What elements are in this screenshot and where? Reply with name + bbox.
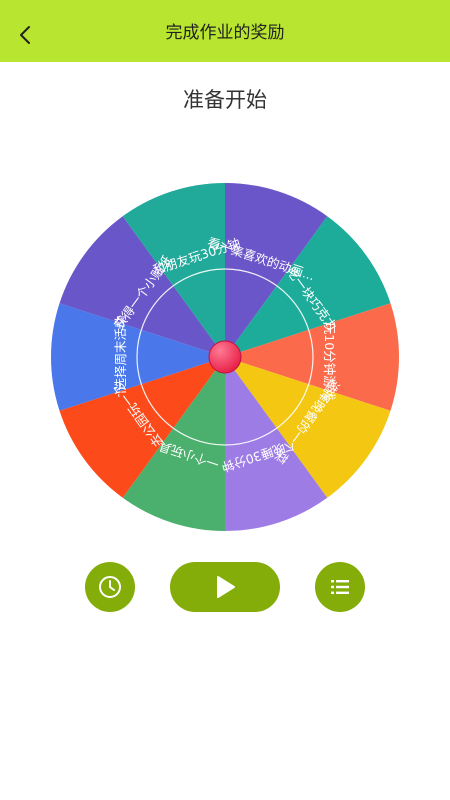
prize-wheel[interactable]: 看一集喜欢的动画... 吃一块巧克力 玩10分钟游戏 选择晚餐的一个菜 晚睡30分钟 一个… <box>50 182 400 532</box>
list-icon <box>331 580 349 594</box>
chevron-left-icon <box>20 26 30 44</box>
wheel-graphic: 看一集喜欢的动画...吃一块巧克力玩10分钟游戏选择晚餐的一个菜晚睡30分钟一个… <box>51 183 399 531</box>
spin-status-text: 准备开始 <box>183 88 267 112</box>
header-bar: 完成作业的奖励 <box>0 8 450 62</box>
clock-icon <box>99 576 121 598</box>
wheel-center-pointer[interactable] <box>208 340 242 374</box>
control-bar <box>0 562 450 612</box>
page-title: 完成作业的奖励 <box>165 23 285 43</box>
status-bar <box>0 0 450 8</box>
start-spin-button[interactable] <box>170 562 280 612</box>
list-button[interactable] <box>315 562 365 612</box>
history-button[interactable] <box>85 562 135 612</box>
play-icon <box>217 576 235 598</box>
back-button[interactable] <box>10 19 42 51</box>
